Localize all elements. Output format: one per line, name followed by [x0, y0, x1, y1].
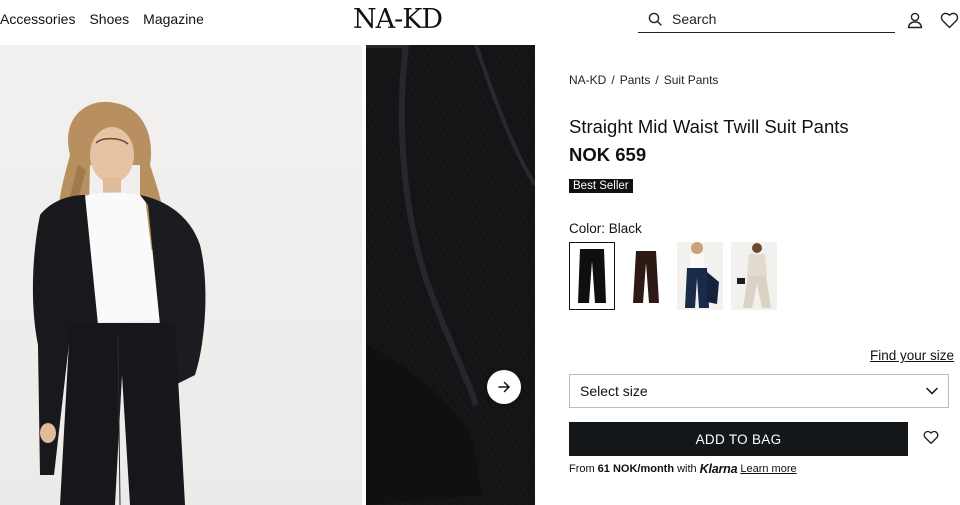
klarna-prefix: From	[569, 463, 595, 475]
breadcrumb-item[interactable]: Suit Pants	[664, 73, 719, 87]
best-seller-badge: Best Seller	[569, 179, 633, 193]
color-label: Color: Black	[569, 221, 642, 236]
nav-accessories[interactable]: Accessories	[0, 11, 75, 27]
swatch-brown[interactable]	[623, 242, 669, 310]
breadcrumb-item[interactable]: NA-KD	[569, 73, 606, 87]
find-your-size-link[interactable]: Find your size	[870, 348, 954, 363]
klarna-logo: Klarna	[699, 462, 738, 476]
brand-logo[interactable]: NA-KD	[353, 4, 443, 35]
size-select-label: Select size	[580, 383, 648, 399]
breadcrumb-separator: /	[611, 73, 615, 87]
product-title: Straight Mid Waist Twill Suit Pants	[569, 116, 849, 137]
wishlist-heart-icon[interactable]	[923, 430, 941, 448]
klarna-learn-more-link[interactable]: Learn more	[740, 463, 796, 475]
breadcrumb-item[interactable]: Pants	[620, 73, 651, 87]
site-header: Accessories Shoes Magazine NA-KD Search	[0, 0, 960, 44]
breadcrumb: NA-KD / Pants / Suit Pants	[569, 73, 718, 87]
product-price: NOK 659	[569, 144, 647, 165]
top-nav: Accessories Shoes Magazine	[0, 11, 204, 27]
heart-icon[interactable]	[939, 10, 959, 30]
search-icon	[638, 12, 666, 26]
chevron-down-icon	[926, 387, 938, 395]
nav-magazine[interactable]: Magazine	[143, 11, 204, 27]
size-select[interactable]: Select size	[569, 374, 949, 408]
next-image-button[interactable]	[487, 370, 521, 404]
search-input[interactable]: Search	[666, 11, 716, 27]
color-swatches	[569, 242, 777, 310]
add-to-bag-button[interactable]: ADD TO BAG	[569, 422, 908, 456]
search-bar[interactable]: Search	[638, 5, 895, 33]
product-image-main[interactable]	[0, 45, 362, 505]
arrow-right-icon	[498, 381, 510, 393]
product-image-detail[interactable]	[366, 45, 535, 505]
user-icon[interactable]	[905, 10, 925, 30]
swatch-beige[interactable]	[731, 242, 777, 310]
nav-shoes[interactable]: Shoes	[89, 11, 129, 27]
swatch-black[interactable]	[569, 242, 615, 310]
klarna-mid: with	[677, 463, 697, 475]
klarna-amount: 61 NOK/month	[597, 463, 675, 475]
breadcrumb-separator: /	[655, 73, 659, 87]
swatch-navy[interactable]	[677, 242, 723, 310]
klarna-installment-info: From 61 NOK/month with Klarna Learn more	[569, 462, 797, 476]
